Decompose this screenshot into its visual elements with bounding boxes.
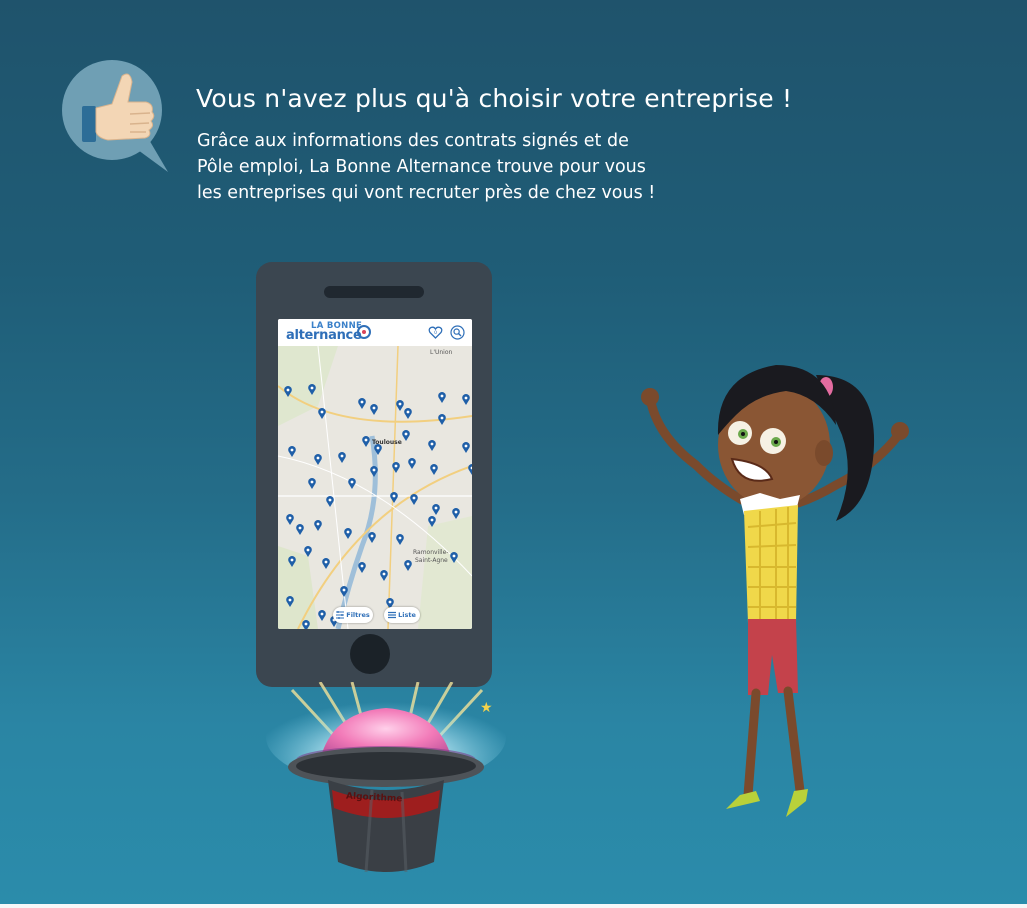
map-pin-icon[interactable] [408, 458, 416, 469]
heart-icon[interactable]: 0 [428, 325, 443, 340]
map-pin-icon[interactable] [370, 466, 378, 477]
map-pin-icon[interactable] [410, 494, 418, 505]
map-pin-icon[interactable] [430, 464, 438, 475]
map-pin-icon[interactable] [348, 478, 356, 489]
map-pin-icon[interactable] [428, 516, 436, 527]
search-icon[interactable] [450, 325, 465, 340]
map-pin-icon[interactable] [396, 534, 404, 545]
map-pin-icon[interactable] [304, 546, 312, 557]
map-pin-icon[interactable] [314, 520, 322, 531]
map-pin-icon[interactable] [428, 440, 436, 451]
map-pin-icon[interactable] [404, 408, 412, 419]
map-label-place: Ramonville- [413, 549, 449, 556]
filter-icon [336, 611, 345, 619]
map-pin-icon[interactable] [396, 400, 404, 411]
list-label: Liste [398, 611, 416, 619]
app-header: LA BONNE alternance 0 [278, 319, 472, 347]
thumbs-up-icon [62, 60, 168, 172]
app-screen: LA BONNE alternance 0 L'Union Toulouse R… [278, 319, 472, 629]
map-label-place: Saint-Agne [415, 557, 448, 564]
map-pin-icon[interactable] [438, 392, 446, 403]
map-pin-icon[interactable] [308, 478, 316, 489]
map-pin-icon[interactable] [368, 532, 376, 543]
map-pin-icon[interactable] [286, 596, 294, 607]
map-pin-icon[interactable] [462, 442, 470, 453]
description-line: Pôle emploi, La Bonne Alternance trouve … [197, 157, 646, 177]
map-pin-icon[interactable] [432, 504, 440, 515]
map-pin-icon[interactable] [314, 454, 322, 465]
headline: Vous n'avez plus qu'à choisir votre entr… [196, 84, 793, 113]
map-pin-icon[interactable] [296, 524, 304, 535]
description-line: Grâce aux informations des contrats sign… [197, 131, 629, 151]
filters-label: Filtres [346, 611, 370, 619]
svg-text:★: ★ [480, 700, 493, 716]
map-pin-icon[interactable] [438, 414, 446, 425]
phone-home-button [350, 634, 390, 674]
map-pin-icon[interactable] [302, 620, 310, 629]
map-pin-icon[interactable] [468, 464, 472, 475]
map-pin-icon[interactable] [358, 398, 366, 409]
favorites-count: 0 [434, 330, 437, 336]
map-pin-icon[interactable] [344, 528, 352, 539]
map-pin-icon[interactable] [308, 384, 316, 395]
map-pin-icon[interactable] [380, 570, 388, 581]
map-pin-icon[interactable] [358, 562, 366, 573]
logo-pin-icon [357, 325, 371, 339]
map-pin-icon[interactable] [402, 430, 410, 441]
filters-button[interactable]: Filtres [333, 607, 373, 623]
map-pin-icon[interactable] [404, 560, 412, 571]
map-pin-icon[interactable] [288, 556, 296, 567]
map-pin-icon[interactable] [450, 552, 458, 563]
map-pin-icon[interactable] [390, 492, 398, 503]
map-pin-icon[interactable] [370, 404, 378, 415]
map-pin-icon[interactable] [322, 558, 330, 569]
map-pin-icon[interactable] [326, 496, 334, 507]
map-pin-icon[interactable] [392, 462, 400, 473]
map-pin-icon[interactable] [338, 452, 346, 463]
map-pin-icon[interactable] [362, 436, 370, 447]
logo-text-bottom: alternance [286, 328, 362, 343]
map-pin-icon[interactable] [284, 386, 292, 397]
map-pin-icon[interactable] [318, 610, 326, 621]
map-pin-icon[interactable] [452, 508, 460, 519]
map-pin-icon[interactable] [374, 444, 382, 455]
map-pin-icon[interactable] [288, 446, 296, 457]
map-pin-icon[interactable] [318, 408, 326, 419]
map-pin-icon[interactable] [286, 514, 294, 525]
map-label-place: L'Union [430, 349, 453, 356]
cheering-girl-illustration [641, 365, 909, 817]
map-pin-icon[interactable] [462, 394, 470, 405]
description: Grâce aux informations des contrats sign… [197, 128, 655, 206]
illustration-scene: Vous n'avez plus qu'à choisir votre entr… [0, 0, 1027, 908]
list-icon [388, 611, 397, 619]
description-line: les entreprises qui vont recruter près d… [197, 183, 656, 203]
map-pin-icon[interactable] [340, 586, 348, 597]
list-button[interactable]: Liste [384, 607, 420, 623]
